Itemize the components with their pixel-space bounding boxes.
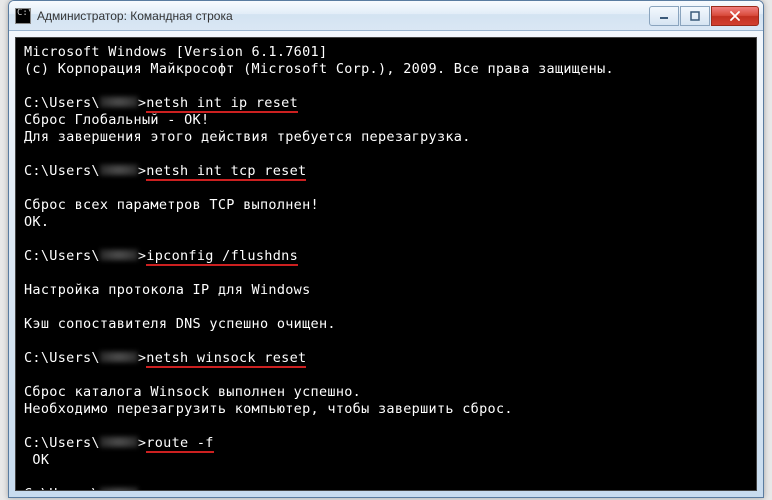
terminal-line: OK <box>24 452 748 469</box>
command-prompt-window: C:\ Администратор: Командная строка Micr… <box>8 0 764 498</box>
maximize-button[interactable] <box>680 6 710 26</box>
redacted-username <box>100 487 138 491</box>
redacted-username <box>100 249 138 261</box>
terminal-line: C:\Users\>netsh int ip reset <box>24 95 748 112</box>
typed-command: netsh int tcp reset <box>146 163 306 179</box>
prompt-suffix: > <box>138 486 146 491</box>
terminal-line: Для завершения этого действия требуется … <box>24 129 748 146</box>
terminal-output[interactable]: Microsoft Windows [Version 6.1.7601](c) … <box>15 37 757 491</box>
window-title: Администратор: Командная строка <box>37 9 649 23</box>
redacted-username <box>100 96 138 108</box>
terminal-line <box>24 333 748 350</box>
typed-command: route -f <box>146 435 213 451</box>
terminal-line: Microsoft Windows [Version 6.1.7601] <box>24 44 748 61</box>
minimize-button[interactable] <box>649 6 679 26</box>
app-icon: C:\ <box>15 8 31 24</box>
prompt-prefix: C:\Users\ <box>24 435 100 451</box>
terminal-line: C:\Users\>route -f <box>24 435 748 452</box>
terminal-line: Сброс каталога Winsock выполнен успешно. <box>24 384 748 401</box>
terminal-line: C:\Users\ > <box>24 486 748 491</box>
redacted-username <box>100 436 138 448</box>
terminal-line: Сброс всех параметров TCP выполнен! <box>24 197 748 214</box>
terminal-line <box>24 180 748 197</box>
typed-command: ipconfig /flushdns <box>146 248 298 264</box>
terminal-line <box>24 469 748 486</box>
terminal-line <box>24 146 748 163</box>
terminal-line: Сброс Глобальный - ОК! <box>24 112 748 129</box>
redacted-username <box>100 351 138 363</box>
typed-command: netsh winsock reset <box>146 350 306 366</box>
redacted-username <box>100 164 138 176</box>
prompt-prefix: C:\Users\ <box>24 486 100 491</box>
prompt-prefix: C:\Users\ <box>24 248 100 264</box>
terminal-line <box>24 418 748 435</box>
terminal-line: C:\Users\>ipconfig /flushdns <box>24 248 748 265</box>
terminal-line: ОК. <box>24 214 748 231</box>
terminal-line: Кэш сопоставителя DNS успешно очищен. <box>24 316 748 333</box>
prompt-prefix: C:\Users\ <box>24 163 100 179</box>
prompt-prefix: C:\Users\ <box>24 95 100 111</box>
terminal-line <box>24 231 748 248</box>
terminal-line <box>24 78 748 95</box>
terminal-line <box>24 299 748 316</box>
terminal-line <box>24 367 748 384</box>
prompt-prefix: C:\Users\ <box>24 350 100 366</box>
terminal-line: C:\Users\>netsh int tcp reset <box>24 163 748 180</box>
terminal-line <box>24 265 748 282</box>
window-controls <box>649 6 759 26</box>
terminal-line: (c) Корпорация Майкрософт (Microsoft Cor… <box>24 61 748 78</box>
terminal-line: Настройка протокола IP для Windows <box>24 282 748 299</box>
close-button[interactable] <box>711 6 759 26</box>
typed-command: netsh int ip reset <box>146 95 298 111</box>
terminal-line: C:\Users\>netsh winsock reset <box>24 350 748 367</box>
terminal-line: Необходимо перезагрузить компьютер, чтоб… <box>24 401 748 418</box>
titlebar[interactable]: C:\ Администратор: Командная строка <box>9 1 763 31</box>
